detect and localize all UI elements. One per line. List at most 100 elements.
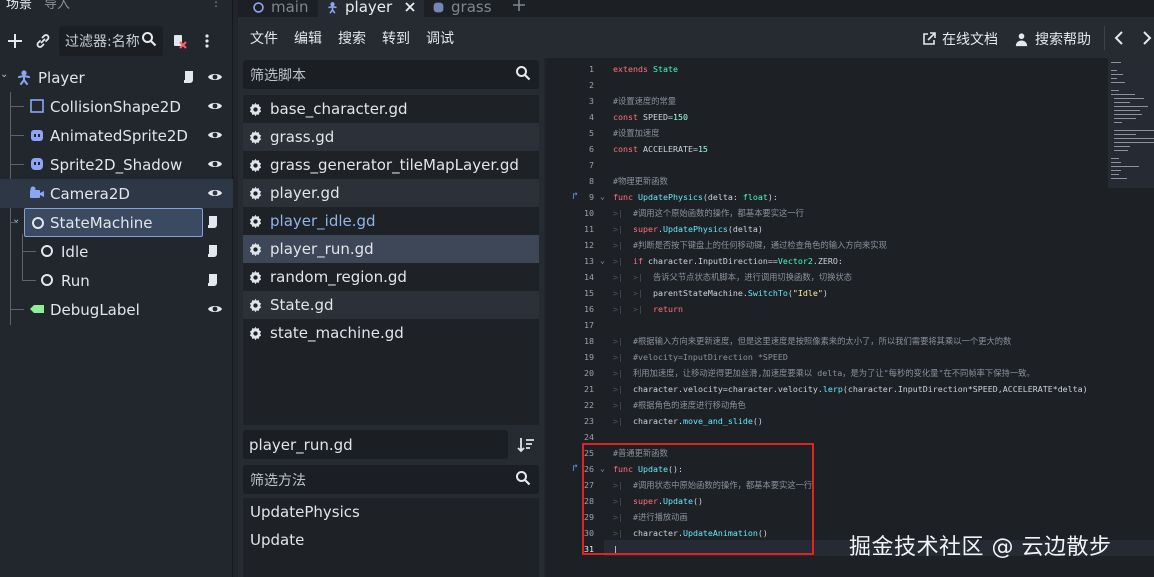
tree-node-player[interactable]: ⌄ Player <box>0 63 233 92</box>
code-line[interactable]: 1 extends State <box>546 61 1106 77</box>
code-line[interactable]: 11 >| super.UpdatePhysics(delta) <box>546 221 1106 237</box>
scene-toolbar: 过滤器:名称 <box>0 17 232 65</box>
scene-menu-button[interactable] <box>195 29 219 53</box>
tree-node-statemachine[interactable]: ⌄ StateMachine <box>12 208 203 237</box>
tree-node-sprite2d-shadow[interactable]: Sprite2D_Shadow <box>0 150 233 179</box>
script-item[interactable]: player.gd <box>243 179 539 207</box>
code-line[interactable]: 20 >| 利用加速度，让移动逆得更加丝滑,加速度要乘以 delta，是为了让"每… <box>546 365 1106 381</box>
code-text: #设置加速度 <box>613 128 660 138</box>
code-line[interactable]: 18 >| #根据输入方向来更新速度，但是这里速度是按照像素来的太小了，所以我们需… <box>546 333 1106 349</box>
detach-script-button[interactable] <box>167 29 191 53</box>
add-node-button[interactable] <box>3 29 27 53</box>
filter-scripts-input[interactable]: 筛选脚本 <box>243 60 539 89</box>
code-line[interactable]: 16 >| >| return <box>546 301 1106 317</box>
code-line[interactable]: 13 ⌄ >| if character.InputDirection==Vecto… <box>546 253 1106 269</box>
code-minimap[interactable] <box>1108 58 1154 188</box>
menu-edit[interactable]: 编辑 <box>294 28 322 48</box>
code-editor[interactable]: 1 extends State 2 3 #设置速度的常量 4 const SPEED=150… <box>546 58 1154 577</box>
menu-goto[interactable]: 转到 <box>382 28 410 48</box>
script-icon[interactable] <box>207 215 219 229</box>
eye-icon[interactable] <box>207 69 223 85</box>
code-line[interactable]: 23 >| character.move_and_slide() <box>546 413 1106 429</box>
instance-scene-button[interactable] <box>31 29 55 53</box>
code-line[interactable]: 21 >| character.velocity=character.veloci… <box>546 381 1106 397</box>
tab-label: main <box>271 0 309 16</box>
eye-icon[interactable] <box>207 156 223 172</box>
fold-arrow-icon[interactable]: ⌄ <box>600 189 605 205</box>
script-item[interactable]: state_machine.gd <box>243 319 539 347</box>
line-number: 13 <box>584 256 594 266</box>
add-tab-icon[interactable] <box>512 0 526 12</box>
filter-methods-input[interactable]: 筛选方法 <box>243 465 539 494</box>
search-help-button[interactable]: 搜索帮助 <box>1014 29 1091 49</box>
online-docs-button[interactable]: 在线文档 <box>922 29 998 49</box>
method-item[interactable]: UpdatePhysics <box>243 498 539 526</box>
chevron-down-icon[interactable]: ⌄ <box>12 214 20 225</box>
code-line[interactable]: 9 ↱ ⌄ func UpdatePhysics(delta: float): <box>546 189 1106 205</box>
menu-search[interactable]: 搜索 <box>338 28 366 48</box>
tab-player[interactable]: player <box>318 0 425 17</box>
code-line[interactable]: 6 const ACCELERATE=15 <box>546 141 1106 157</box>
code-line[interactable]: 17 <box>546 317 1106 333</box>
character-body-icon <box>328 1 337 14</box>
tab-main[interactable]: main <box>244 0 316 17</box>
menu-file[interactable]: 文件 <box>250 28 278 48</box>
sort-icon[interactable] <box>516 435 536 455</box>
code-line[interactable]: 3 #设置速度的常量 <box>546 93 1106 109</box>
eye-icon[interactable] <box>207 301 223 317</box>
code-line[interactable]: 22 >| #根据角色的速度进行移动角色 <box>546 397 1106 413</box>
eye-icon[interactable] <box>207 185 223 201</box>
script-icon[interactable] <box>207 273 219 287</box>
script-item-label: grass_generator_tileMapLayer.gd <box>270 156 519 174</box>
script-item[interactable]: random_region.gd <box>243 263 539 291</box>
script-remove-icon <box>174 35 187 49</box>
method-item[interactable]: Update <box>243 526 539 554</box>
tree-node-label: Player <box>38 68 85 87</box>
script-icon[interactable] <box>183 70 195 84</box>
eye-icon[interactable] <box>207 127 223 143</box>
tree-node-debuglabel[interactable]: DebugLabel <box>0 295 233 324</box>
script-item[interactable]: grass.gd <box>243 123 539 151</box>
code-line[interactable]: 2 <box>546 77 1106 93</box>
tree-node-camera2d[interactable]: Camera2D <box>0 179 233 208</box>
code-line[interactable]: 4 const SPEED=150 <box>546 109 1106 125</box>
code-line[interactable]: 12 >| #判断是否按下键盘上的任何移动键，通过检查角色的输入方向来实现 <box>546 237 1106 253</box>
code-line[interactable]: 15 >| >| parentStateMachine.SwitchTo("Idl… <box>546 285 1106 301</box>
tree-node-idle[interactable]: Idle <box>0 237 233 266</box>
code-line[interactable]: 10 >| #调用这个原始函数的操作，都基本要实这一行 <box>546 205 1106 221</box>
script-item-label: random_region.gd <box>270 268 407 286</box>
code-text: >| #根据角色的速度进行移动角色 <box>613 400 746 410</box>
eye-icon[interactable] <box>207 98 223 114</box>
tab-scene[interactable]: 场景 <box>0 0 38 12</box>
search-help-label: 搜索帮助 <box>1035 32 1091 48</box>
tree-node-animatedsprite2d[interactable]: AnimatedSprite2D <box>0 121 233 150</box>
tab-grass[interactable]: grass <box>424 0 500 17</box>
override-arrow-icon[interactable]: ↱ <box>572 461 578 477</box>
chevron-right-icon[interactable] <box>1142 31 1152 45</box>
script-icon[interactable] <box>207 244 219 258</box>
script-item[interactable]: player_run.gd <box>243 235 539 263</box>
tab-import[interactable]: 导入 <box>38 0 76 12</box>
tree-node-collisionshape2d[interactable]: CollisionShape2D <box>0 92 233 121</box>
fold-arrow-icon[interactable]: ⌄ <box>600 253 605 269</box>
gear-icon <box>249 298 262 312</box>
tree-node-run[interactable]: Run <box>0 266 233 295</box>
chevron-down-icon[interactable]: ⌄ <box>0 69 8 80</box>
code-line[interactable]: 19 >| #velocity=InputDirection *SPEED <box>546 349 1106 365</box>
code-line[interactable]: 8 #物理更新函数 <box>546 173 1106 189</box>
script-item[interactable]: State.gd <box>243 291 539 319</box>
gear-icon <box>249 158 262 172</box>
script-item[interactable]: grass_generator_tileMapLayer.gd <box>243 151 539 179</box>
close-icon[interactable] <box>404 1 416 13</box>
override-arrow-icon[interactable]: ↱ <box>572 189 578 205</box>
menu-debug[interactable]: 调试 <box>426 28 454 48</box>
script-item[interactable]: base_character.gd <box>243 95 539 123</box>
scene-filter-placeholder: 过滤器:名称 <box>65 34 140 50</box>
code-line[interactable]: 7 <box>546 157 1106 173</box>
script-item[interactable]: player_idle.gd <box>243 207 539 235</box>
dock-menu-icon[interactable]: ⋮ <box>204 0 228 9</box>
code-line[interactable]: 14 >| >| 告诉父节点状态机脚本，进行调用切换函数，切换状态 <box>546 269 1106 285</box>
scene-filter-input[interactable]: 过滤器:名称 <box>59 26 163 56</box>
code-line[interactable]: 5 #设置加速度 <box>546 125 1106 141</box>
chevron-left-icon[interactable] <box>1114 31 1124 45</box>
